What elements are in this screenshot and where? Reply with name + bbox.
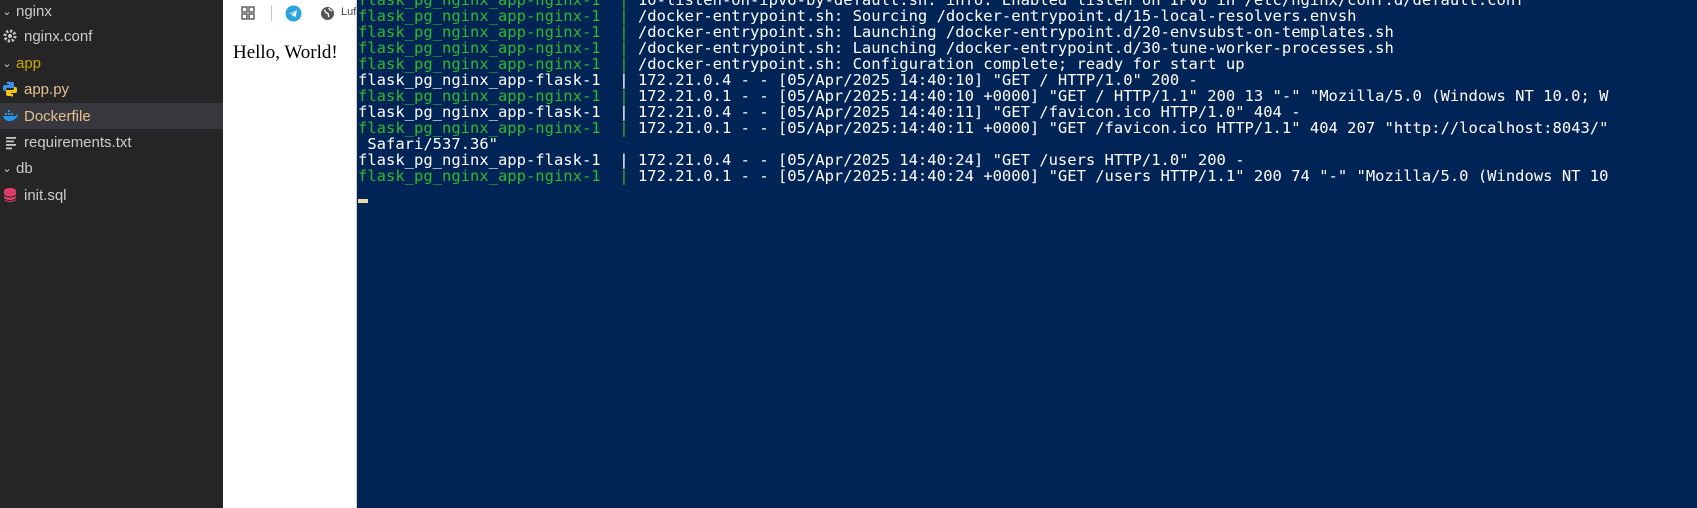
tree-label: nginx bbox=[16, 2, 52, 20]
tree-file-app-py[interactable]: app.py bbox=[0, 76, 223, 102]
terminal-line: flask_pg_nginx_app-flask-1 | 172.21.0.4 … bbox=[358, 152, 1245, 168]
database-icon bbox=[2, 187, 18, 203]
terminal-line: Safari/537.36" bbox=[358, 136, 498, 152]
terminal-message: 172.21.0.1 - - [05/Apr/2025:14:40:11 +00… bbox=[637, 119, 1609, 137]
tree-folder-db[interactable]: ⌄ db bbox=[0, 155, 223, 181]
terminal-line: flask_pg_nginx_app-nginx-1 | 172.21.0.1 … bbox=[358, 120, 1608, 136]
page-body-text: Hello, World! bbox=[233, 42, 338, 63]
tree-file-nginx-conf[interactable]: nginx.conf bbox=[0, 23, 223, 49]
terminal-separator: | bbox=[619, 167, 638, 185]
python-icon bbox=[2, 81, 18, 97]
terminal-line: flask_pg_nginx_app-nginx-1 | 172.21.0.1 … bbox=[358, 88, 1608, 104]
terminal-line: flask_pg_nginx_app-nginx-1 | /docker-ent… bbox=[358, 56, 1245, 72]
terminal-output[interactable]: flask_pg_nginx_app-nginx-1 | 10-listen-o… bbox=[357, 0, 1697, 508]
bookmark-label[interactable]: Luf bbox=[341, 6, 356, 18]
terminal-cursor bbox=[358, 199, 368, 203]
globe-icon[interactable] bbox=[318, 4, 336, 22]
tree-file-requirements[interactable]: requirements.txt bbox=[0, 129, 223, 155]
tree-label: db bbox=[16, 159, 33, 177]
terminal-service-name: flask_pg_nginx_app-nginx-1 bbox=[358, 167, 620, 185]
bookmark-divider bbox=[271, 5, 272, 21]
terminal-line: flask_pg_nginx_app-nginx-1 | 172.21.0.1 … bbox=[358, 168, 1608, 184]
tree-label: nginx.conf bbox=[24, 27, 93, 45]
bookmark-bar: Luf bbox=[223, 0, 356, 26]
browser-pane: Luf Hello, World! bbox=[223, 0, 357, 508]
chevron-down-icon: ⌄ bbox=[2, 162, 12, 175]
text-file-icon bbox=[4, 134, 20, 150]
gear-icon bbox=[2, 28, 18, 44]
terminal-separator: | bbox=[619, 119, 638, 137]
terminal-message: 172.21.0.1 - - [05/Apr/2025:14:40:24 +00… bbox=[637, 167, 1609, 185]
tree-folder-nginx[interactable]: ⌄ nginx bbox=[0, 0, 223, 24]
file-explorer: ⌄ nginx nginx.conf ⌄ app app.py Dockerfi… bbox=[0, 0, 223, 508]
docker-icon bbox=[2, 108, 18, 124]
tree-file-dockerfile[interactable]: Dockerfile bbox=[0, 103, 223, 129]
terminal-line: flask_pg_nginx_app-flask-1 | 172.21.0.4 … bbox=[358, 104, 1301, 120]
tree-folder-app[interactable]: ⌄ app bbox=[0, 50, 223, 76]
terminal-line: flask_pg_nginx_app-nginx-1 | /docker-ent… bbox=[358, 24, 1394, 40]
terminal-line: flask_pg_nginx_app-flask-1 | 172.21.0.4 … bbox=[358, 72, 1198, 88]
tree-label: app.py bbox=[24, 80, 70, 98]
chevron-down-icon: ⌄ bbox=[2, 57, 12, 70]
tree-label: requirements.txt bbox=[24, 133, 132, 151]
terminal-line: flask_pg_nginx_app-nginx-1 | /docker-ent… bbox=[358, 8, 1357, 24]
telegram-icon[interactable] bbox=[284, 4, 302, 22]
apps-grid-icon[interactable] bbox=[239, 4, 257, 22]
chevron-down-icon: ⌄ bbox=[2, 5, 12, 18]
tree-label: init.sql bbox=[24, 186, 67, 204]
tree-file-init-sql[interactable]: init.sql bbox=[0, 182, 223, 208]
terminal-line: flask_pg_nginx_app-nginx-1 | /docker-ent… bbox=[358, 40, 1394, 56]
tree-label: app bbox=[16, 54, 42, 72]
tree-label: Dockerfile bbox=[24, 107, 91, 125]
